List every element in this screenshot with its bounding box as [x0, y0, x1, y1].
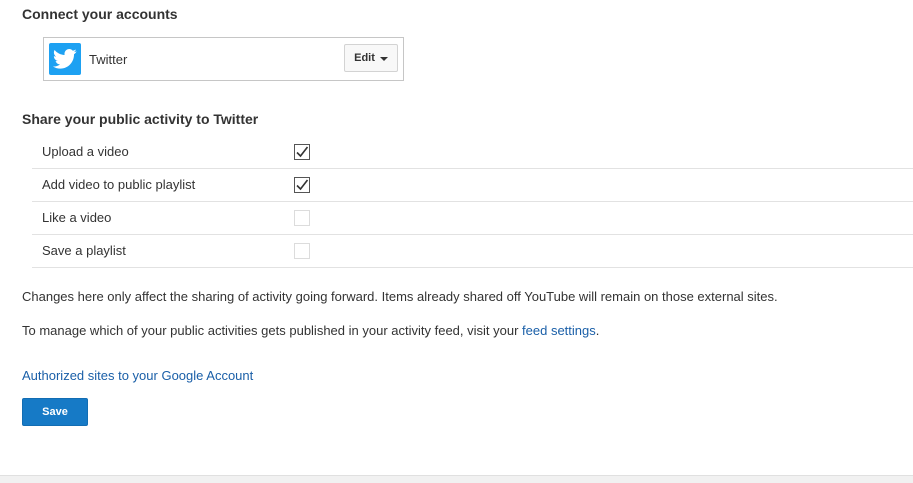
sharing-info-text: Changes here only affect the sharing of … [22, 289, 778, 304]
checkmark-icon [296, 146, 309, 158]
share-option-label: Upload a video [42, 144, 129, 159]
feed-settings-info: To manage which of your public activitie… [22, 323, 599, 338]
authorized-sites-link[interactable]: Authorized sites to your Google Account [22, 368, 253, 383]
share-option-upload-video: Upload a video [32, 136, 913, 169]
caret-down-icon [379, 56, 388, 61]
save-button[interactable]: Save [22, 398, 88, 426]
upload-video-checkbox[interactable] [294, 144, 310, 160]
share-option-label: Add video to public playlist [42, 177, 196, 192]
settings-page: Connect your accounts Twitter Edit Share… [0, 0, 913, 475]
checkmark-icon [296, 179, 309, 191]
feed-info-suffix: . [595, 323, 600, 338]
add-to-playlist-checkbox[interactable] [294, 177, 310, 193]
twitter-account-card: Twitter Edit [43, 37, 404, 81]
share-option-label: Like a video [42, 210, 112, 225]
account-name: Twitter [89, 52, 128, 67]
page-footer-divider [0, 475, 913, 483]
save-button-label: Save [42, 406, 68, 418]
share-option-label: Save a playlist [42, 243, 126, 258]
share-option-like-video: Like a video [32, 202, 913, 235]
feed-info-prefix: To manage which of your public activitie… [22, 323, 523, 338]
edit-dropdown-button[interactable]: Edit [344, 44, 398, 72]
edit-button-label: Edit [354, 52, 375, 64]
share-option-add-to-playlist: Add video to public playlist [32, 169, 913, 202]
connect-accounts-title: Connect your accounts [22, 6, 178, 22]
twitter-icon [49, 43, 81, 75]
save-playlist-checkbox[interactable] [294, 243, 310, 259]
like-video-checkbox[interactable] [294, 210, 310, 226]
share-activity-title: Share your public activity to Twitter [22, 111, 259, 127]
share-option-save-playlist: Save a playlist [32, 235, 913, 268]
feed-settings-link[interactable]: feed settings [522, 323, 596, 338]
share-options-list: Upload a video Add video to public playl… [32, 136, 913, 268]
